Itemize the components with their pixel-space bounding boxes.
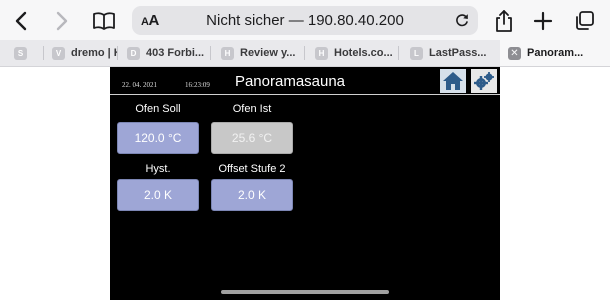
tab-title: dremo | K xyxy=(71,47,118,59)
app-header: 22. 04. 2021 16:23:09 Panoramasauna xyxy=(110,67,500,95)
new-tab-button[interactable] xyxy=(530,8,556,34)
book-icon xyxy=(93,12,115,30)
url-host: 190.80.40.200 xyxy=(307,12,404,29)
ofen-soll-input[interactable]: 120.0 °C xyxy=(117,122,199,154)
tab-title: Review y... xyxy=(240,47,296,59)
tab-overview-button[interactable] xyxy=(571,8,597,34)
security-label: Nicht sicher xyxy=(206,12,285,29)
offset-stufe-2-input[interactable]: 2.0 K xyxy=(211,179,293,211)
tab-title: Panoram... xyxy=(527,47,584,59)
date-display: 22. 04. 2021 xyxy=(122,81,157,89)
browser-toolbar: AA Nicht sicher — 190.80.40.200 xyxy=(0,0,610,40)
tab-title: LastPass... xyxy=(429,47,487,59)
tab-favicon: L xyxy=(410,46,423,60)
page-title: Panoramasauna xyxy=(234,73,346,90)
tab-4[interactable]: H Hotels.co... xyxy=(315,40,399,66)
share-icon xyxy=(496,10,512,32)
back-button[interactable] xyxy=(8,8,34,34)
chevron-right-icon xyxy=(56,11,68,31)
plus-icon xyxy=(533,11,553,31)
tab-close-button[interactable]: ✕ xyxy=(508,46,521,60)
tab-favicon: H xyxy=(221,46,234,60)
tab-5[interactable]: L LastPass... xyxy=(410,40,496,66)
tab-3[interactable]: H Review y... xyxy=(221,40,305,66)
tabs-overview-icon xyxy=(576,11,594,30)
tab-favicon: D xyxy=(127,46,140,60)
ofen-ist-value: 25.6 °C xyxy=(211,122,293,154)
home-indicator-bar xyxy=(221,290,389,294)
settings-gears-icon xyxy=(474,72,494,90)
url-separator: — xyxy=(284,12,308,29)
tab-favicon: S xyxy=(14,46,27,60)
tab-favicon: V xyxy=(52,46,65,60)
tab-separator xyxy=(210,46,211,60)
share-button[interactable] xyxy=(491,8,517,34)
settings-button[interactable] xyxy=(471,69,497,93)
tab-1[interactable]: V dremo | K xyxy=(52,40,118,66)
ofen-soll-label: Ofen Soll xyxy=(135,103,181,115)
ofen-ist-label: Ofen Ist xyxy=(232,103,272,115)
forward-button[interactable] xyxy=(49,8,75,34)
hyst-label: Hyst. xyxy=(145,163,171,175)
tab-separator xyxy=(117,46,118,60)
tab-0[interactable]: S xyxy=(14,40,44,66)
url-text: Nicht sicher — 190.80.40.200 xyxy=(132,12,478,29)
tab-active-panoramasauna[interactable]: ✕ Panoram... xyxy=(500,40,610,66)
sauna-control-panel: 22. 04. 2021 16:23:09 Panoramasauna Ofen… xyxy=(110,67,500,300)
tab-favicon: H xyxy=(315,46,328,60)
tab-2[interactable]: D 403 Forbi... xyxy=(127,40,211,66)
tab-separator xyxy=(43,46,44,60)
chevron-left-icon xyxy=(15,11,27,31)
time-display: 16:23:09 xyxy=(185,81,210,89)
bookmarks-button[interactable] xyxy=(91,8,117,34)
tab-separator xyxy=(398,46,399,60)
reload-icon xyxy=(456,14,468,27)
tab-title: Hotels.co... xyxy=(334,47,393,59)
reload-button[interactable] xyxy=(454,12,470,33)
tab-separator xyxy=(304,46,305,60)
offset-stufe-2-label: Offset Stufe 2 xyxy=(218,163,286,175)
home-icon xyxy=(443,72,463,90)
hyst-input[interactable]: 2.0 K xyxy=(117,179,199,211)
tab-bar: S V dremo | K D 403 Forbi... H Review y.… xyxy=(0,40,610,67)
tab-title: 403 Forbi... xyxy=(146,47,205,59)
home-button[interactable] xyxy=(440,69,466,93)
address-bar[interactable]: AA Nicht sicher — 190.80.40.200 xyxy=(132,6,478,35)
